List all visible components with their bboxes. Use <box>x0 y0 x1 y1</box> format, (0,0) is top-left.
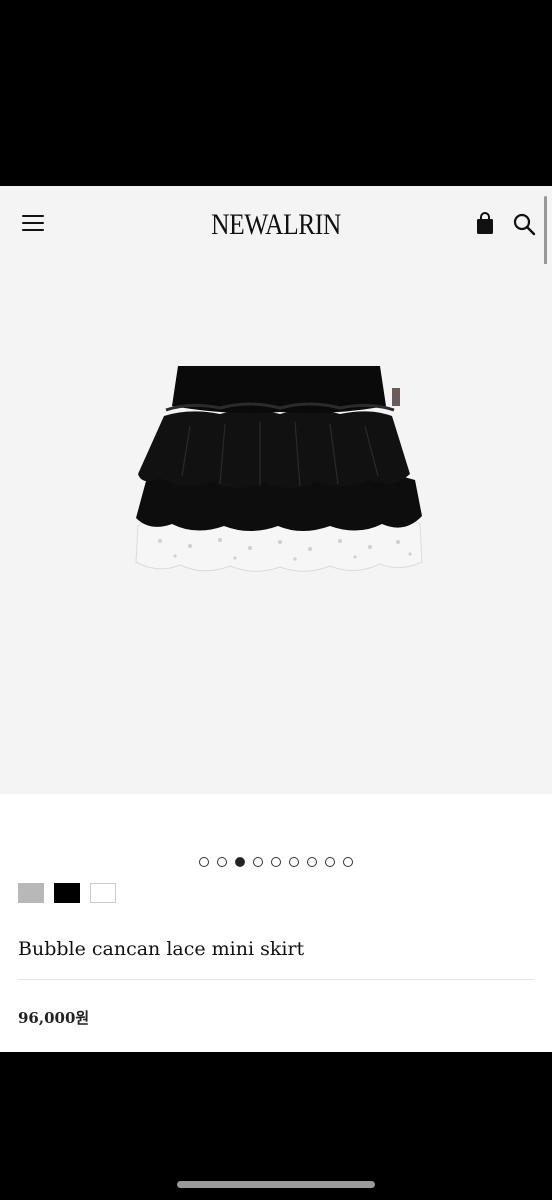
gallery-dot[interactable] <box>289 857 299 867</box>
gallery-dot[interactable] <box>253 857 263 867</box>
swatch-white[interactable] <box>90 883 117 903</box>
product-image <box>135 366 423 572</box>
brand-logo[interactable]: NEWALRIN <box>41 208 510 242</box>
gallery-dot[interactable] <box>325 857 335 867</box>
search-icon[interactable] <box>512 212 536 236</box>
gallery-dot[interactable] <box>271 857 281 867</box>
gallery-dot[interactable] <box>217 857 227 867</box>
product-image-gallery[interactable] <box>0 264 552 794</box>
scrollbar-thumb[interactable] <box>544 196 547 266</box>
product-title: Bubble cancan lace mini skirt <box>18 938 305 960</box>
color-swatches <box>18 883 121 907</box>
home-indicator[interactable] <box>177 1181 375 1188</box>
product-price: 96,000원 <box>18 1009 90 1027</box>
swatch-gray[interactable] <box>18 883 44 903</box>
gallery-dot[interactable] <box>199 857 209 867</box>
site-header: NEWALRIN <box>0 186 552 266</box>
gallery-dot[interactable] <box>343 857 353 867</box>
gallery-dot-active[interactable] <box>235 857 245 867</box>
gallery-pagination <box>0 857 552 869</box>
divider <box>18 979 534 980</box>
swatch-black[interactable] <box>54 883 81 903</box>
product-screen: NEWALRIN Bubble cancan lace mini skirt 9… <box>0 186 552 1052</box>
shopping-bag-icon[interactable] <box>474 212 496 236</box>
gallery-dot[interactable] <box>307 857 317 867</box>
